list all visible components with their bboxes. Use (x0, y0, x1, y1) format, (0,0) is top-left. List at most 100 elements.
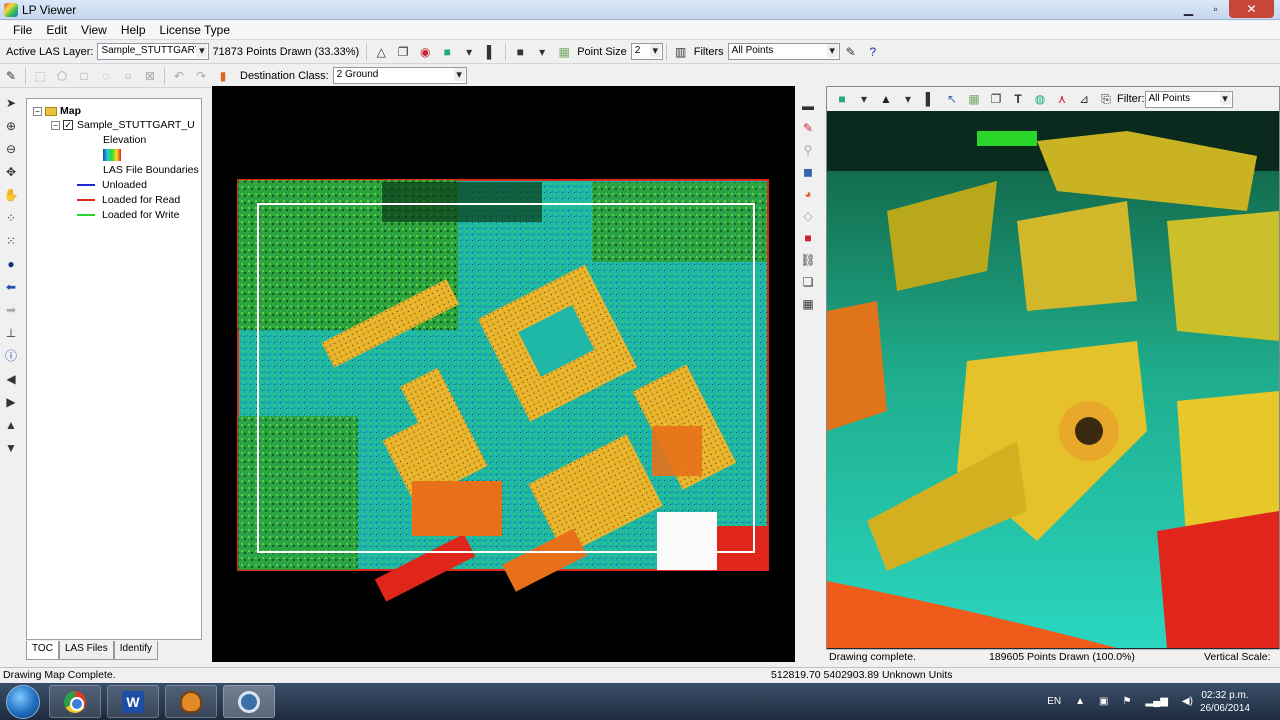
select-circle-icon[interactable]: ○ (118, 66, 138, 86)
tab-toc[interactable]: TOC (26, 641, 59, 660)
point-cloud-map[interactable] (212, 86, 795, 662)
axes-icon[interactable]: ⋏ (1052, 89, 1072, 109)
copy-icon[interactable]: ❐ (986, 89, 1006, 109)
tab-identify[interactable]: Identify (113, 641, 158, 660)
signal-icon[interactable]: ▂▄▆ (1145, 696, 1167, 707)
color-by-icon[interactable]: ■ (832, 89, 852, 109)
toolbar-separator (164, 66, 165, 85)
triangle-icon[interactable]: △ (371, 42, 391, 62)
taskbar-hand-app[interactable] (165, 685, 217, 718)
full-extent-icon[interactable]: ● (1, 253, 21, 274)
select-lasso-icon[interactable]: ◌ (96, 66, 116, 86)
active-layer-select[interactable]: Sample_STUTTGART (97, 43, 210, 60)
point-size-select[interactable]: 2 (630, 43, 663, 60)
copy-icon[interactable]: ❐ (393, 42, 413, 62)
menu-view[interactable]: View (74, 21, 114, 39)
menu-file[interactable]: File (6, 21, 39, 39)
dropdown-arrow-icon[interactable]: ▾ (532, 42, 552, 62)
3d-point-cloud-render[interactable] (827, 111, 1279, 648)
pointer-icon[interactable]: ➤ (1, 92, 21, 113)
color-wheel-icon[interactable]: ◉ (415, 42, 435, 62)
points-icon[interactable]: ▦ (554, 42, 574, 62)
start-button[interactable] (6, 684, 40, 719)
grid-icon[interactable]: ▥ (671, 42, 691, 62)
hand-icon[interactable]: ✋ (1, 184, 21, 205)
filters-select[interactable]: All Points (727, 43, 840, 60)
arrow-left-icon[interactable]: ◀ (1, 368, 21, 389)
cursor-icon[interactable]: ↖ (942, 89, 962, 109)
table-icon[interactable]: ▦ (798, 293, 818, 314)
triangle-fill-icon[interactable]: ▲ (876, 89, 896, 109)
link-icon[interactable]: ⚲ (798, 139, 818, 160)
maximize-button[interactable]: ▫ (1202, 0, 1229, 18)
whats-this-help-icon[interactable]: ? (863, 42, 883, 62)
back-icon[interactable]: ⬅ (1, 276, 21, 297)
globe-icon[interactable]: ◍ (1030, 89, 1050, 109)
toc-root-row[interactable]: − Map (33, 105, 81, 117)
profile-icon[interactable]: ✎ (798, 117, 818, 138)
tin-icon[interactable]: ◇ (798, 205, 818, 226)
menu-license-type[interactable]: License Type (153, 21, 238, 39)
pan-icon[interactable]: ✥ (1, 161, 21, 182)
map-view[interactable] (212, 86, 795, 662)
destination-class-select[interactable]: 2 Ground (332, 67, 467, 84)
select-rectangle-icon[interactable]: ⬚ (30, 66, 50, 86)
arrow-up-icon[interactable]: ▲ (1, 414, 21, 435)
redo-icon[interactable]: ↷ (191, 66, 211, 86)
forward-icon[interactable]: ➡ (1, 299, 21, 320)
destination-class-label: Destination Class: (240, 69, 329, 82)
colorize-icon[interactable]: ◼ (798, 161, 818, 182)
show-hidden-icons-icon[interactable]: ▲ (1075, 696, 1085, 707)
stop-icon[interactable]: ■ (798, 227, 818, 248)
export-icon[interactable]: ⎘ (1096, 89, 1116, 109)
tab-las-files[interactable]: LAS Files (58, 641, 114, 660)
dropdown-arrow-icon[interactable]: ▾ (459, 42, 479, 62)
toc-layer-row[interactable]: − ✓ Sample_STUTTGART_U (51, 119, 195, 131)
chain-icon[interactable]: ⛓ (798, 249, 818, 270)
dropdown-arrow-icon[interactable]: ▾ (854, 89, 874, 109)
select-polygon-icon[interactable]: ⬠ (52, 66, 72, 86)
layers-icon[interactable]: ❏ (798, 271, 818, 292)
rgb-icon[interactable]: ◕ (798, 183, 818, 204)
3d-filter-select[interactable]: All Points (1144, 90, 1233, 108)
select-square-icon[interactable]: □ (74, 66, 94, 86)
fixed-zoom-in-icon[interactable]: ⁘ (1, 207, 21, 228)
color-by-icon[interactable]: ■ (437, 42, 457, 62)
taskbar-lp-viewer[interactable] (223, 685, 275, 718)
zoom-out-icon[interactable]: ⊖ (1, 138, 21, 159)
scale-icon[interactable]: ⊿ (1074, 89, 1094, 109)
zoom-in-icon[interactable]: ⊕ (1, 115, 21, 136)
info-icon[interactable]: ⓘ (1, 345, 21, 366)
layer-visible-checkbox[interactable]: ✓ (63, 120, 73, 131)
collapse-icon[interactable]: − (51, 120, 60, 130)
menu-help[interactable]: Help (114, 21, 153, 39)
pen-icon[interactable]: ✎ (841, 42, 861, 62)
taskbar-chrome[interactable] (49, 685, 101, 718)
clock[interactable]: 02:32 p.m. 26/06/2014 (1200, 689, 1250, 715)
minimize-button[interactable]: ▁ (1175, 0, 1202, 18)
arrow-down-icon[interactable]: ▼ (1, 437, 21, 458)
class-color-icon[interactable]: ▮ (213, 66, 233, 86)
volume-icon[interactable]: ◀) (1182, 696, 1193, 707)
points-icon[interactable]: ▦ (964, 89, 984, 109)
network-icon[interactable]: ▣ (1099, 696, 1108, 707)
close-button[interactable]: ✕ (1229, 0, 1274, 18)
undo-icon[interactable]: ↶ (169, 66, 189, 86)
dropdown-arrow-icon[interactable]: ▾ (898, 89, 918, 109)
bar-icon[interactable]: ▬ (798, 95, 818, 116)
pencil-icon[interactable]: ✎ (1, 66, 21, 86)
measure-icon[interactable]: ⊥ (1, 322, 21, 343)
taskbar-word[interactable]: W (107, 685, 159, 718)
bar-icon[interactable]: ▌ (481, 42, 501, 62)
fill-color-icon[interactable]: ■ (510, 42, 530, 62)
flag-icon[interactable]: ⚑ (1122, 696, 1131, 707)
menu-edit[interactable]: Edit (39, 21, 74, 39)
clear-selection-icon[interactable]: ⊠ (140, 66, 160, 86)
collapse-icon[interactable]: − (33, 106, 42, 116)
language-indicator[interactable]: EN (1047, 696, 1061, 707)
bar-icon[interactable]: ▌ (920, 89, 940, 109)
text-icon[interactable]: T (1008, 89, 1028, 109)
arrow-right-icon[interactable]: ▶ (1, 391, 21, 412)
fixed-zoom-out-icon[interactable]: ⁙ (1, 230, 21, 251)
3d-view-panel[interactable]: ■ ▾ ▲ ▾ ▌ ↖ ▦ ❐ T ◍ ⋏ ⊿ ⎘ Filter: All Po… (826, 86, 1280, 661)
